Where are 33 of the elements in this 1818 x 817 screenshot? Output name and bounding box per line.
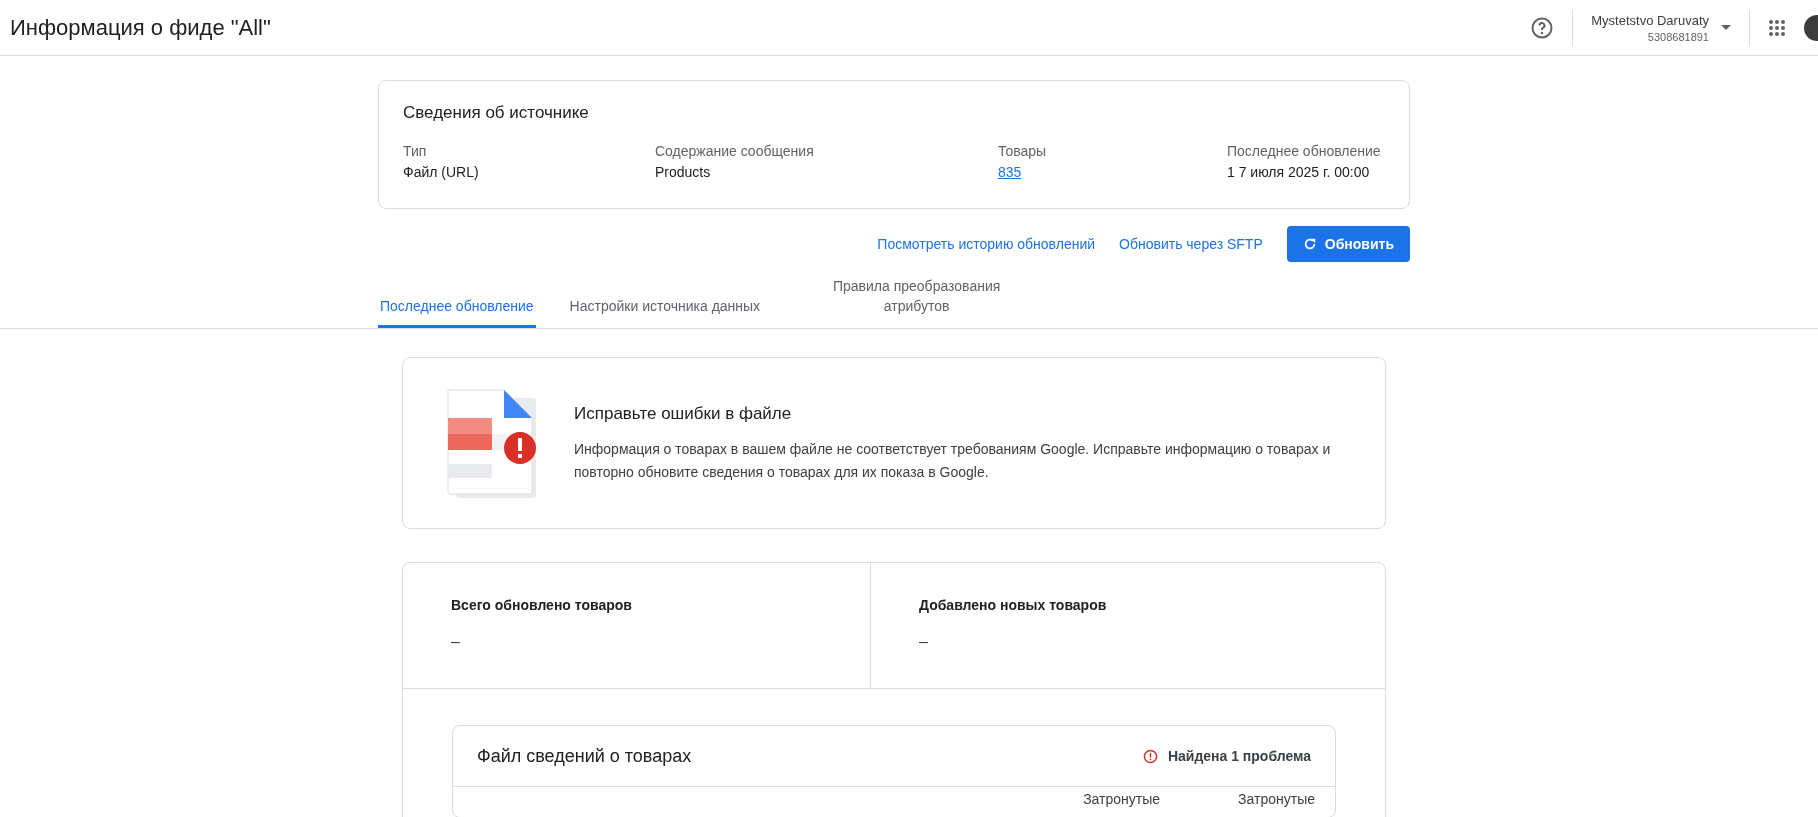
error-icon: [1142, 748, 1158, 764]
tab[interactable]: Правила преобразования атрибутов: [814, 276, 1020, 328]
field-value: Products: [655, 164, 712, 180]
stat-value: –: [451, 633, 461, 651]
dropdown-caret-icon: [1721, 25, 1731, 30]
column-header: Затронутые: [1083, 791, 1161, 807]
field-value: Файл (URL): [403, 164, 480, 180]
stat-label: Добавлено новых товаров: [919, 597, 1108, 613]
field-label: Последнее обновление: [1227, 143, 1382, 159]
tab[interactable]: Настройки источника данных: [569, 276, 761, 328]
card-title: Сведения об источнике: [403, 103, 590, 123]
account-switcher[interactable]: Mystetstvo Daruvaty 5308681891: [1591, 12, 1731, 43]
refresh-icon: [1302, 237, 1317, 251]
issues-count: Найдена 1 проблема: [1167, 748, 1311, 764]
field-label: Содержание сообщения: [655, 143, 815, 159]
action-link[interactable]: Обновить через SFTP: [1119, 236, 1263, 252]
stat-value: –: [919, 633, 929, 651]
account-name: Mystetstvo Daruvaty: [1591, 12, 1709, 28]
field-label: Тип: [403, 143, 428, 159]
file-card-title: Файл сведений о товарах: [477, 745, 692, 767]
field-value: 1 7 июля 2025 г. 00:00: [1227, 164, 1371, 180]
field-label: Товары: [998, 143, 1048, 159]
account-id: 5308681891: [1647, 30, 1709, 43]
stat-label: Всего обновлено товаров: [451, 597, 633, 613]
products-count-link[interactable]: 835: [998, 164, 1227, 180]
column-header: Затронутые: [1238, 791, 1315, 807]
refresh-button[interactable]: Обновить: [1286, 226, 1410, 262]
action-link[interactable]: Посмотреть историю обновлений: [877, 236, 1096, 252]
page-title: Информация о фиде "All": [10, 14, 271, 41]
alert-description: Информация о товарах в вашем файле не соответствует требованиям Google. Исправьте информацию о товарах и повторно обновите сведения о товарах для их показа в Google.: [574, 440, 1332, 482]
help-icon[interactable]: [1530, 15, 1555, 40]
alert-title: Исправьте ошибки в файле: [574, 404, 793, 424]
apps-grid-icon[interactable]: [1768, 18, 1786, 37]
